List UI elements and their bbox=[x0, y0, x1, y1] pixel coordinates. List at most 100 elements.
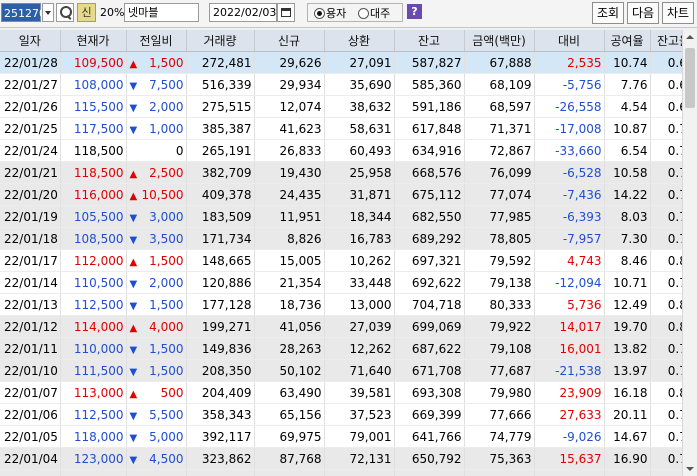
date-input[interactable]: 2022/02/03 bbox=[209, 3, 277, 22]
change-value: 3,000 bbox=[149, 209, 184, 224]
credit-sin-button[interactable]: 신 bbox=[77, 3, 96, 22]
cell-repay: 72,131 bbox=[324, 447, 395, 470]
cell-diff: 14,017 bbox=[534, 315, 605, 338]
header-col-balance[interactable]: 잔고 bbox=[394, 30, 465, 52]
cell-repay: 18,344 bbox=[324, 205, 395, 228]
scroll-down-arrow-icon[interactable] bbox=[683, 462, 697, 476]
cell-volume: 149,836 bbox=[186, 337, 255, 360]
cell-repay: 25,958 bbox=[324, 161, 395, 184]
table-row[interactable]: 22/01/13 112,500 ▼ 1,500 177,128 18,736 13,000… bbox=[0, 293, 697, 316]
header-col-volume[interactable]: 거래량 bbox=[186, 30, 255, 52]
table-row[interactable]: 22/01/05 118,000 ▼ 5,000 392,117 69,975 79,001… bbox=[0, 425, 697, 448]
change-value: 4,000 bbox=[149, 319, 184, 334]
cell-balance: 671,708 bbox=[394, 359, 465, 382]
calendar-button[interactable] bbox=[277, 3, 295, 22]
table-row[interactable]: 22/01/24 118,500 0 265,191 26,833 60,493 634,9… bbox=[0, 139, 697, 162]
table-row[interactable]: 22/01/28 109,500 ▲ 1,500 272,481 29,626 27,091… bbox=[0, 51, 697, 74]
cell-balance: 675,112 bbox=[394, 183, 465, 206]
triangle-up-icon: ▲ bbox=[129, 190, 138, 202]
triangle-down-icon: ▼ bbox=[129, 344, 138, 356]
cell-balance: 585,360 bbox=[394, 73, 465, 96]
table-row[interactable]: 22/01/12 114,000 ▲ 4,000 199,271 41,056 27,039… bbox=[0, 315, 697, 338]
table-row[interactable]: 22/01/19 105,500 ▼ 3,000 183,509 11,951 18,344… bbox=[0, 205, 697, 228]
cell-repay: 39,581 bbox=[324, 381, 395, 404]
cell-supply-rate: 8.46 bbox=[604, 249, 651, 272]
table-row[interactable]: 22/01/06 112,500 ▼ 5,500 358,343 65,156 37,523… bbox=[0, 403, 697, 426]
cell-diff: 22,256 bbox=[534, 469, 605, 476]
table-row[interactable]: 22/01/17 112,000 ▲ 1,500 148,665 15,005 10,262… bbox=[0, 249, 697, 272]
cell-volume: 323,862 bbox=[186, 447, 255, 470]
table-row[interactable]: 22/01/25 117,500 ▼ 1,000 385,387 41,623 58,631… bbox=[0, 117, 697, 140]
cell-new: 41,056 bbox=[254, 315, 325, 338]
cell-repay: 37,523 bbox=[324, 403, 395, 426]
scroll-thumb[interactable] bbox=[685, 48, 695, 108]
header-col-supply-rate[interactable]: 공여율 bbox=[604, 30, 651, 52]
table-row[interactable]: 22/01/07 113,000 ▲ 500 204,409 63,490 39,581 69… bbox=[0, 381, 697, 404]
cell-amount: 77,985 bbox=[464, 205, 535, 228]
triangle-down-icon: ▼ bbox=[129, 300, 138, 312]
cell-diff: -33,660 bbox=[534, 139, 605, 162]
cell-amount: 79,138 bbox=[464, 271, 535, 294]
cell-new: 41,623 bbox=[254, 117, 325, 140]
table-row[interactable]: 22/01/14 110,500 ▼ 2,000 120,886 21,354 33,448… bbox=[0, 271, 697, 294]
chart-button[interactable]: 차트 bbox=[662, 2, 694, 24]
cell-price: 115,500 bbox=[60, 95, 127, 118]
cell-diff: 23,909 bbox=[534, 381, 605, 404]
query-button[interactable]: 조회 bbox=[592, 2, 624, 24]
header-col-repay[interactable]: 상환 bbox=[324, 30, 395, 52]
radio-stock-loan[interactable] bbox=[358, 8, 369, 19]
cell-volume: 409,378 bbox=[186, 183, 255, 206]
vertical-scrollbar[interactable] bbox=[682, 30, 697, 476]
triangle-down-icon: ▼ bbox=[129, 366, 138, 378]
cell-date: 22/01/21 bbox=[0, 161, 61, 184]
cell-change: ▼ 1,500 bbox=[126, 359, 187, 382]
scroll-up-arrow-icon[interactable] bbox=[683, 30, 697, 44]
cell-new: 18,736 bbox=[254, 293, 325, 316]
triangle-down-icon: ▼ bbox=[129, 234, 138, 246]
table-row[interactable]: 22/01/11 110,000 ▼ 1,500 149,836 28,263 12,262… bbox=[0, 337, 697, 360]
table-row[interactable]: 22/01/03127,500▲2,500476,59435,39113,135… bbox=[0, 469, 697, 476]
header-col-price[interactable]: 현재가 bbox=[60, 30, 127, 52]
cell-change: ▲ 10,500 bbox=[126, 183, 187, 206]
stock-code-dropdown[interactable] bbox=[42, 3, 54, 22]
change-value: 3,500 bbox=[149, 231, 184, 246]
cell-price: 117,500 bbox=[60, 117, 127, 140]
cell-price: 110,500 bbox=[60, 271, 127, 294]
cell-diff: -6,528 bbox=[534, 161, 605, 184]
margin-balance-table: 일자 현재가 전일비 거래량 신규 상환 잔고 금액(백만) 대비 공여율 잔고율 22/01/28… bbox=[0, 30, 697, 476]
table-row[interactable]: 22/01/20 116,000 ▲ 10,500 409,378 24,435 31,87… bbox=[0, 183, 697, 206]
radio-margin-loan[interactable] bbox=[314, 8, 325, 19]
cell-diff: -9,026 bbox=[534, 425, 605, 448]
cell-balance: 634,916 bbox=[394, 139, 465, 162]
table-row[interactable]: 22/01/27 108,000 ▼ 7,500 516,339 29,934 35,690… bbox=[0, 73, 697, 96]
radio-label-margin-loan: 용자 bbox=[326, 7, 347, 20]
cell-price: 118,500 bbox=[60, 161, 127, 184]
table-row[interactable]: 22/01/21 118,500 ▲ 2,500 382,709 19,430 25,958… bbox=[0, 161, 697, 184]
search-button[interactable] bbox=[56, 3, 74, 22]
table-row[interactable]: 22/01/10 111,500 ▼ 1,500 208,350 50,102 71,640… bbox=[0, 359, 697, 382]
cell-supply-rate: 19.70 bbox=[604, 315, 651, 338]
cell-change: ▼ 7,500 bbox=[126, 73, 187, 96]
cell-repay: 27,039 bbox=[324, 315, 395, 338]
cell-amount: 72,867 bbox=[464, 139, 535, 162]
header-col-amount[interactable]: 금액(백만) bbox=[464, 30, 535, 52]
margin-percent-label: 20% bbox=[100, 6, 125, 19]
header-col-date[interactable]: 일자 bbox=[0, 30, 61, 52]
table-row[interactable]: 22/01/04 123,000 ▼ 4,500 323,862 87,768 72,131… bbox=[0, 447, 697, 470]
header-col-change[interactable]: 전일비 bbox=[126, 30, 187, 52]
stock-code-input[interactable]: 251270 bbox=[1, 3, 46, 22]
cell-date: 22/01/14 bbox=[0, 271, 61, 294]
change-value: 2,500 bbox=[149, 165, 184, 180]
cell-diff: 4,743 bbox=[534, 249, 605, 272]
header-col-diff[interactable]: 대비 bbox=[534, 30, 605, 52]
cell-price: 112,000 bbox=[60, 249, 127, 272]
help-button[interactable]: ? bbox=[407, 4, 422, 19]
next-button[interactable]: 다음 bbox=[627, 2, 659, 24]
header-col-new[interactable]: 신규 bbox=[254, 30, 325, 52]
table-row[interactable]: 22/01/26 115,500 ▼ 2,000 275,515 12,074 38,632… bbox=[0, 95, 697, 118]
cell-amount: 79,108 bbox=[464, 337, 535, 360]
cell-new: 69,975 bbox=[254, 425, 325, 448]
cell-supply-rate: 17.01 bbox=[604, 469, 651, 476]
table-row[interactable]: 22/01/18 108,500 ▼ 3,500 171,734 8,826 16,783 6… bbox=[0, 227, 697, 250]
cell-volume: 516,339 bbox=[186, 73, 255, 96]
